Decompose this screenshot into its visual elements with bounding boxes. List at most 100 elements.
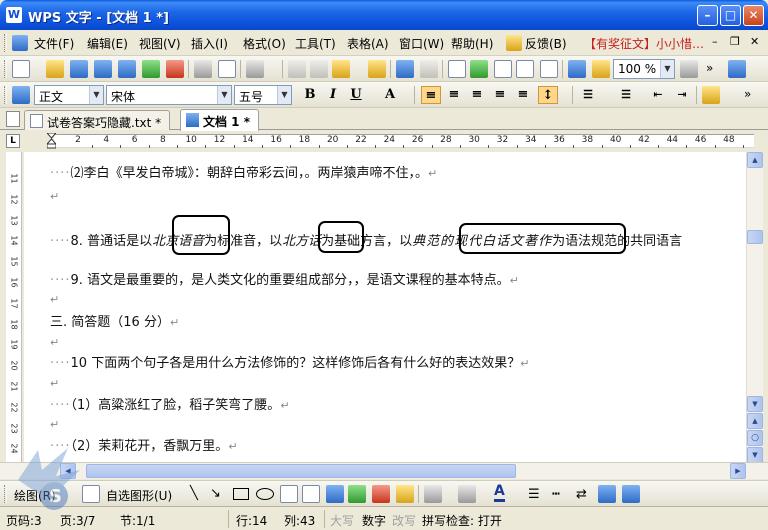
next-page-button[interactable]: ▼ xyxy=(747,447,763,463)
font-size-combo[interactable]: 五号 ▼ xyxy=(234,85,292,105)
chevron-down-icon[interactable]: ▼ xyxy=(89,86,103,104)
formula-icon[interactable] xyxy=(448,60,466,78)
indent-marker-icon[interactable] xyxy=(45,132,58,149)
insert-table-icon[interactable] xyxy=(516,60,534,78)
line-style-icon[interactable]: ☰ xyxy=(528,487,540,502)
menu-close-doc[interactable]: ✕ xyxy=(750,35,759,48)
vertical-scrollbar[interactable]: ▲ ▼ ▲ ○ ▼ xyxy=(746,152,763,463)
line-color-icon[interactable] xyxy=(458,485,476,503)
cut-icon[interactable] xyxy=(310,60,328,78)
copy-icon[interactable] xyxy=(288,60,306,78)
chevron-down-icon[interactable]: ▼ xyxy=(277,86,291,104)
chevron-down-icon[interactable]: ▼ xyxy=(660,60,674,78)
wordart-icon[interactable] xyxy=(326,485,344,503)
menu-feedback[interactable]: 反馈(B) xyxy=(525,35,567,52)
italic-button[interactable]: I xyxy=(323,86,343,104)
vertical-textbox-icon[interactable] xyxy=(302,485,320,503)
open-folder-icon[interactable] xyxy=(46,60,64,78)
email-icon[interactable] xyxy=(118,60,136,78)
textbox-icon[interactable] xyxy=(280,485,298,503)
menu-grip[interactable] xyxy=(4,34,7,52)
zoom-combo[interactable]: 100 % ▼ xyxy=(613,59,675,79)
status-num[interactable]: 数字 xyxy=(362,512,386,529)
diagram-icon[interactable] xyxy=(348,485,366,503)
redo-icon[interactable] xyxy=(420,60,438,78)
scroll-down-button[interactable]: ▼ xyxy=(747,396,763,412)
table-icon[interactable] xyxy=(494,60,512,78)
font-combo[interactable]: 宋体 ▼ xyxy=(106,85,232,105)
numbering-icon[interactable]: ☰ xyxy=(578,86,598,104)
tab-stop-selector[interactable]: L xyxy=(6,134,20,148)
minimize-button[interactable]: – xyxy=(697,5,718,26)
align-center-icon[interactable]: ≡ xyxy=(444,86,464,104)
promo-link[interactable]: 【有奖征文】小小惜… xyxy=(584,35,704,52)
dash-style-icon[interactable]: ┅ xyxy=(552,487,560,502)
line-spacing-icon[interactable]: ↕ xyxy=(538,86,558,104)
menu-help[interactable]: 帮助(H) xyxy=(451,35,493,52)
menu-edit[interactable]: 编辑(E) xyxy=(87,35,128,52)
menu-minimize-doc[interactable]: – xyxy=(712,35,718,48)
save-all-icon[interactable] xyxy=(94,60,112,78)
toolbar-overflow-icon[interactable]: » xyxy=(744,87,751,101)
status-overwrite[interactable]: 改写 xyxy=(392,512,416,529)
arrow-tool-icon[interactable]: ↘ xyxy=(210,486,221,501)
tab-answer-txt[interactable]: 试卷答案巧隐藏.txt * xyxy=(24,110,171,130)
justify-icon[interactable]: ≡ xyxy=(490,86,510,104)
undo-icon[interactable] xyxy=(396,60,414,78)
show-marks-icon[interactable] xyxy=(592,60,610,78)
wps-menu-icon[interactable] xyxy=(12,35,28,51)
toolbar-grip[interactable] xyxy=(4,485,7,503)
horizontal-scrollbar[interactable]: ◀ ▶ xyxy=(0,462,768,479)
styles-icon[interactable] xyxy=(12,86,30,104)
close-button[interactable]: ✕ xyxy=(743,5,764,26)
toolbar-overflow-icon[interactable]: » xyxy=(706,61,713,75)
new-document-icon[interactable] xyxy=(12,60,30,78)
line-tool-icon[interactable]: ╲ xyxy=(190,486,198,501)
menu-insert[interactable]: 插入(I) xyxy=(191,35,228,52)
3d-icon[interactable] xyxy=(622,485,640,503)
print-preview-icon[interactable] xyxy=(218,60,236,78)
ellipse-tool-icon[interactable] xyxy=(256,488,274,500)
arrow-style-icon[interactable]: ⇄ xyxy=(576,487,587,502)
prev-page-button[interactable]: ▲ xyxy=(747,413,763,429)
autoshape-menu-button[interactable]: 自选图形(U) xyxy=(106,487,172,504)
horizontal-scroll-thumb[interactable] xyxy=(86,464,516,478)
scroll-right-button[interactable]: ▶ xyxy=(730,463,746,479)
align-left-icon[interactable]: ≡ xyxy=(421,86,441,104)
task-pane-icon[interactable] xyxy=(728,60,746,78)
menu-window[interactable]: 窗口(W) xyxy=(399,35,444,52)
toolbar-grip[interactable] xyxy=(4,86,7,104)
fill-color-icon[interactable] xyxy=(424,485,442,503)
font-color-draw-icon[interactable]: A xyxy=(494,484,505,502)
menu-format[interactable]: 格式(O) xyxy=(243,35,286,52)
wps-app-icon[interactable]: W xyxy=(6,7,22,23)
vertical-scroll-thumb[interactable] xyxy=(747,230,763,244)
style-combo[interactable]: 正文 ▼ xyxy=(34,85,104,105)
pdf-icon[interactable] xyxy=(166,60,184,78)
document-page[interactable]: ····⑵李白《早发白帝城》：朝辞白帝彩云间，。两岸猿声啼不住，。↵ ↵ ···… xyxy=(24,152,746,462)
vertical-ruler[interactable]: 111213141516171819202122232425 xyxy=(6,152,22,475)
traditional-chinese-icon[interactable] xyxy=(246,60,264,78)
increase-indent-icon[interactable]: ⇥ xyxy=(672,86,692,104)
draw-menu-button[interactable]: 绘图(R) xyxy=(14,487,56,504)
distribute-icon[interactable]: ≡ xyxy=(513,86,533,104)
maximize-button[interactable]: □ xyxy=(720,5,741,26)
bullets-icon[interactable]: ☰ xyxy=(616,86,636,104)
status-caps[interactable]: 大写 xyxy=(330,512,354,529)
menu-table[interactable]: 表格(A) xyxy=(347,35,389,52)
paste-icon[interactable] xyxy=(332,60,350,78)
highlight-icon[interactable] xyxy=(702,86,720,104)
menu-tools[interactable]: 工具(T) xyxy=(295,35,336,52)
drawing-toggle-icon[interactable] xyxy=(568,60,586,78)
font-color-button[interactable]: A xyxy=(380,86,400,104)
underline-button[interactable]: U xyxy=(346,86,366,104)
ruler-track[interactable]: 2 4 6 8 10 12 14 16 18 20 22 24 26 28 30 32 34 36 38 40 42 44… xyxy=(54,134,754,148)
decrease-indent-icon[interactable]: ⇤ xyxy=(648,86,668,104)
columns-icon[interactable] xyxy=(540,60,558,78)
scroll-left-button[interactable]: ◀ xyxy=(60,463,76,479)
horizontal-ruler[interactable]: L 2 4 6 8 10 12 14 16 18 20 22 24 26 28 30 32 34 36 38 40 42… xyxy=(0,131,768,151)
export-icon[interactable] xyxy=(142,60,160,78)
bold-button[interactable]: B xyxy=(300,86,320,104)
print-icon[interactable] xyxy=(194,60,212,78)
menu-view[interactable]: 视图(V) xyxy=(139,35,181,52)
